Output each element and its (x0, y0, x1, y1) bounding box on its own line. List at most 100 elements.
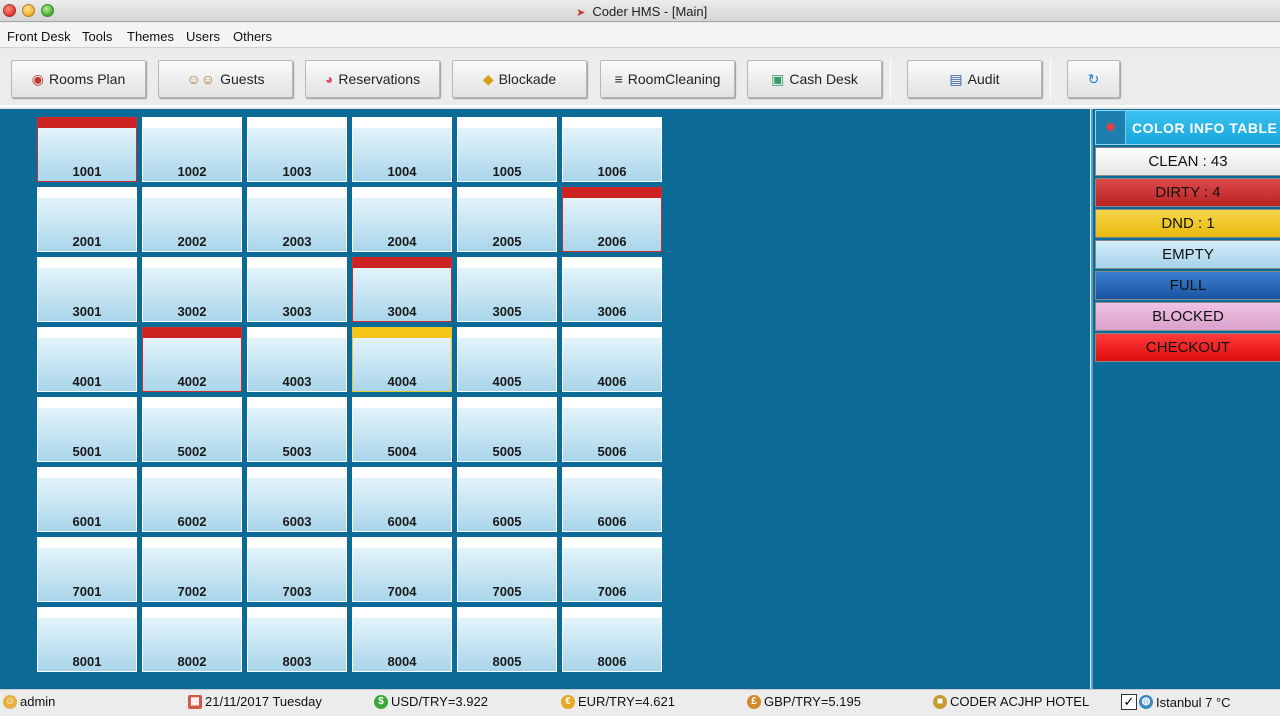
room-number: 7005 (492, 584, 522, 599)
room-tile[interactable]: 4004 (352, 327, 452, 392)
status-user: ☺ admin (3, 694, 55, 709)
room-tile[interactable]: 3002 (142, 257, 242, 322)
room-tile[interactable]: 6002 (142, 467, 242, 532)
room-cleaning-label: RoomCleaning (627, 71, 721, 87)
room-tile[interactable]: 6006 (562, 467, 662, 532)
room-tile[interactable]: 5004 (352, 397, 452, 462)
room-tile[interactable]: 5001 (37, 397, 137, 462)
room-tile[interactable]: 8002 (142, 607, 242, 672)
room-status-bar (458, 118, 556, 128)
room-status-bar (563, 538, 661, 548)
room-tile[interactable]: 8006 (562, 607, 662, 672)
room-status-bar (38, 118, 136, 128)
status-usd: $ USD/TRY=3.922 (374, 694, 488, 709)
room-tile[interactable]: 8004 (352, 607, 452, 672)
room-tile[interactable]: 8005 (457, 607, 557, 672)
room-tile[interactable]: 4003 (247, 327, 347, 392)
room-tile[interactable]: 5003 (247, 397, 347, 462)
room-number: 4001 (72, 374, 102, 389)
dollar-icon: $ (374, 694, 388, 709)
room-tile[interactable]: 2005 (457, 187, 557, 252)
room-tile[interactable]: 7005 (457, 537, 557, 602)
room-tile[interactable]: 7001 (37, 537, 137, 602)
status-weather: ✓ ◍ Istanbul 7 °C (1121, 694, 1231, 710)
room-status-bar (248, 258, 346, 268)
room-number: 5002 (177, 444, 207, 459)
room-number: 3001 (72, 304, 102, 319)
pin-icon[interactable]: ✸ (1096, 111, 1126, 144)
room-cleaning-button[interactable]: ≡ RoomCleaning (600, 60, 735, 98)
room-status-bar (248, 538, 346, 548)
room-tile[interactable]: 8001 (37, 607, 137, 672)
room-status-bar (143, 468, 241, 478)
room-tile[interactable]: 1004 (352, 117, 452, 182)
room-tile[interactable]: 3003 (247, 257, 347, 322)
color-info-title: COLOR INFO TABLE (1132, 120, 1278, 136)
audit-icon: ▤ (949, 71, 963, 87)
room-tile[interactable]: 3005 (457, 257, 557, 322)
room-tile[interactable]: 6005 (457, 467, 557, 532)
audit-label: Audit (967, 71, 1000, 87)
room-tile[interactable]: 6003 (247, 467, 347, 532)
room-tile[interactable]: 2004 (352, 187, 452, 252)
room-tile[interactable]: 7002 (142, 537, 242, 602)
refresh-button[interactable]: ↻ (1067, 60, 1120, 98)
pound-icon: £ (747, 694, 761, 709)
room-tile[interactable]: 3006 (562, 257, 662, 322)
room-status-bar (143, 258, 241, 268)
room-tile[interactable]: 4005 (457, 327, 557, 392)
room-number: 8006 (597, 654, 627, 669)
room-tile[interactable]: 1003 (247, 117, 347, 182)
menu-front-desk[interactable]: Front Desk (7, 29, 71, 44)
room-number: 2004 (387, 234, 417, 249)
room-tile[interactable]: 7004 (352, 537, 452, 602)
status-hotel: ■ CODER ACJHP HOTEL (933, 694, 1089, 709)
room-status-bar (353, 328, 451, 338)
room-number: 5001 (72, 444, 102, 459)
room-tile[interactable]: 8003 (247, 607, 347, 672)
room-number: 5005 (492, 444, 522, 459)
room-tile[interactable]: 5006 (562, 397, 662, 462)
room-tile[interactable]: 4002 (142, 327, 242, 392)
rooms-plan-button[interactable]: ◉ Rooms Plan (11, 60, 146, 98)
room-status-bar (563, 398, 661, 408)
cash-desk-button[interactable]: ▣ Cash Desk (747, 60, 882, 98)
room-tile[interactable]: 4006 (562, 327, 662, 392)
guests-button[interactable]: ☺☺ Guests (158, 60, 293, 98)
room-tile[interactable]: 1002 (142, 117, 242, 182)
room-tile[interactable]: 1001 (37, 117, 137, 182)
room-tile[interactable]: 6001 (37, 467, 137, 532)
room-status-bar (248, 118, 346, 128)
hotel-name: CODER ACJHP HOTEL (950, 694, 1090, 709)
reservations-button[interactable]: ◕ Reservations (305, 60, 440, 98)
status-bar: ☺ admin ▦ 21/11/2017 Tuesday $ USD/TRY=3… (0, 689, 1280, 716)
checkbox-icon[interactable]: ✓ (1121, 694, 1137, 710)
room-status-bar (353, 608, 451, 618)
room-status-bar (353, 538, 451, 548)
audit-button[interactable]: ▤ Audit (907, 60, 1042, 98)
room-tile[interactable]: 2003 (247, 187, 347, 252)
room-tile[interactable]: 5002 (142, 397, 242, 462)
menu-themes[interactable]: Themes (127, 29, 174, 44)
menu-others[interactable]: Others (233, 29, 272, 44)
room-tile[interactable]: 3004 (352, 257, 452, 322)
menu-users[interactable]: Users (186, 29, 220, 44)
color-info-header: ✸ COLOR INFO TABLE (1095, 110, 1280, 145)
room-number: 1002 (177, 164, 207, 179)
room-tile[interactable]: 1006 (562, 117, 662, 182)
room-tile[interactable]: 7006 (562, 537, 662, 602)
room-tile[interactable]: 5005 (457, 397, 557, 462)
room-status-bar (458, 468, 556, 478)
room-tile[interactable]: 2001 (37, 187, 137, 252)
menu-tools[interactable]: Tools (82, 29, 112, 44)
room-tile[interactable]: 2002 (142, 187, 242, 252)
blockade-button[interactable]: ◆ Blockade (452, 60, 587, 98)
room-tile[interactable]: 6004 (352, 467, 452, 532)
room-tile[interactable]: 4001 (37, 327, 137, 392)
lock-icon: ■ (933, 694, 947, 709)
room-tile[interactable]: 1005 (457, 117, 557, 182)
room-tile[interactable]: 2006 (562, 187, 662, 252)
blockade-label: Blockade (498, 71, 557, 87)
room-tile[interactable]: 3001 (37, 257, 137, 322)
room-tile[interactable]: 7003 (247, 537, 347, 602)
